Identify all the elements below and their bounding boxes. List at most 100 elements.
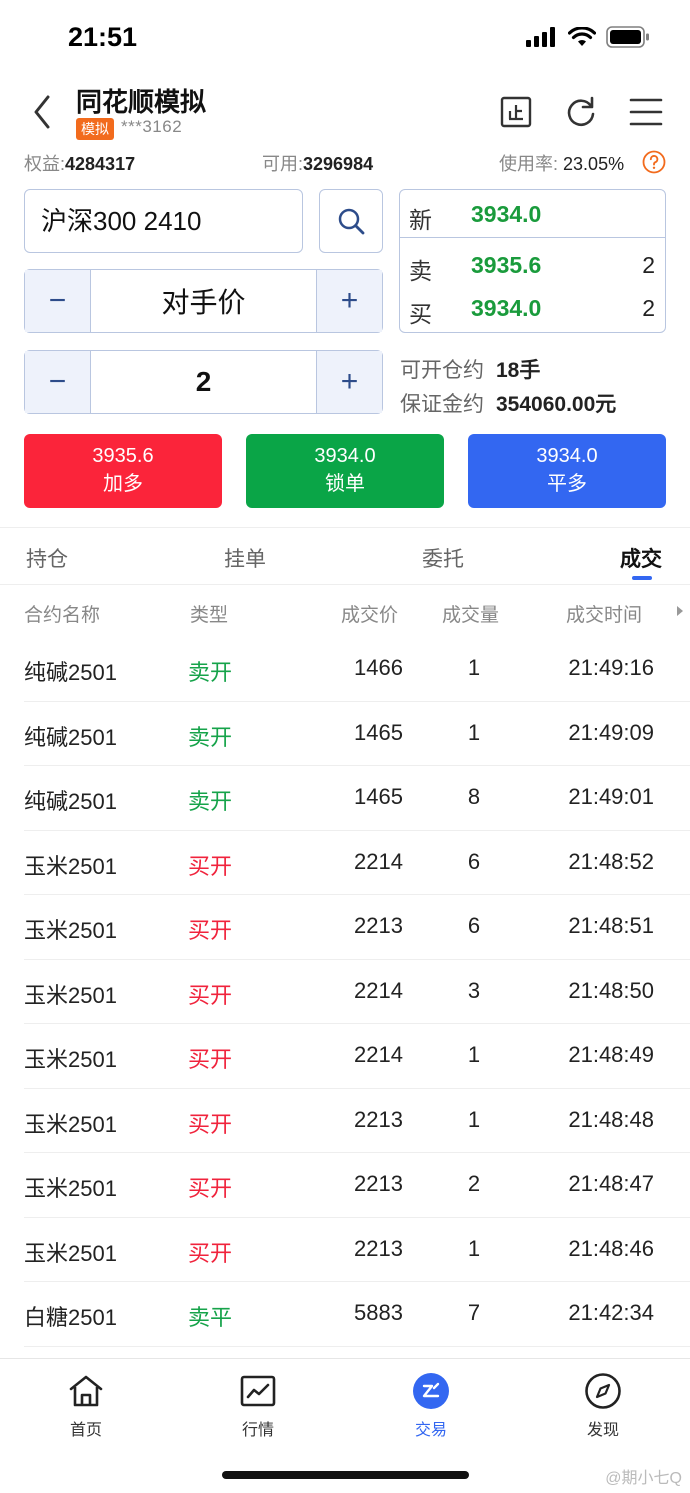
table-row[interactable]: 白糖2501 卖平 5883 7 21:42:34 [0, 1282, 690, 1347]
row-contract-name: 白糖2501 [24, 1305, 117, 1330]
row-trade-type: 买开 [188, 1111, 233, 1137]
table-row[interactable]: 玉米2501 买开 2214 6 21:48:52 [0, 831, 690, 896]
row-trade-price: 1465 [354, 784, 403, 809]
quantity-field[interactable]: 2 [90, 351, 317, 413]
row-trade-time: 21:49:16 [568, 655, 654, 680]
row-trade-type: 买开 [188, 982, 233, 1008]
openable-value: 18手 [496, 359, 541, 382]
back-icon[interactable] [28, 92, 58, 132]
tab-orders[interactable]: 委托 [422, 543, 464, 573]
row-trade-qty-value: 1 [467, 1106, 481, 1132]
tab-positions[interactable]: 持仓 [26, 543, 68, 573]
usage-value: 23.05% [563, 154, 625, 174]
row-trade-price: 2213 [354, 1171, 403, 1196]
home-indicator[interactable] [222, 1471, 469, 1479]
row-trade-price: 2213 [354, 1106, 403, 1132]
table-row[interactable]: 纯碱2501 卖开 1465 8 21:49:01 [0, 766, 690, 831]
quote-buy-qty: 2 [642, 295, 655, 321]
table-row[interactable]: 玉米2501 买开 2214 3 21:48:50 [0, 960, 690, 1025]
openable-label: 可开仓约 [400, 359, 484, 382]
row-trade-time: 21:49:01 [568, 784, 654, 809]
table-row[interactable]: 纯碱2501 卖开 1466 1 21:49:16 [0, 637, 690, 702]
nav-market[interactable]: 行情 [198, 1372, 318, 1440]
quote-new-price[interactable]: 3934.0 [471, 201, 541, 228]
nav-trade-label: 交易 [414, 1422, 447, 1439]
row-trade-qty-value: 6 [467, 913, 481, 938]
row-trade-type: 卖开 [188, 660, 233, 685]
nav-trade[interactable]: 交易 [371, 1372, 491, 1440]
refresh-icon[interactable] [561, 92, 601, 132]
margin-value: 354060.00元 [496, 393, 617, 416]
price-stepper: − 对手价 + [24, 269, 383, 333]
row-trade-qty-value: 3 [467, 977, 481, 1003]
price-decrease-button[interactable]: − [25, 270, 90, 332]
row-trade-type: 买开 [188, 1047, 233, 1072]
row-trade-price: 2213 [354, 913, 403, 938]
row-trade-time: 21:48:52 [568, 848, 654, 874]
row-trade-price: 5883 [354, 1300, 403, 1325]
margin-info: 保证金约 354060.00元 [400, 388, 616, 418]
tab-trades[interactable]: 成交 [620, 543, 662, 573]
table-row[interactable]: 玉米2501 买开 2213 6 21:48:51 [0, 895, 690, 960]
row-contract-name: 玉米2501 [24, 918, 117, 943]
status-time: 21:51 [68, 22, 138, 52]
col-header-type: 类型 [190, 605, 229, 626]
search-button[interactable] [319, 189, 383, 253]
row-trade-time: 21:48:49 [568, 1042, 654, 1067]
row-trade-type: 卖平 [188, 1305, 233, 1330]
table-row[interactable]: 玉米2501 买开 2213 2 21:48:47 [0, 1153, 690, 1218]
table-row[interactable]: 玉米2501 买开 2214 1 21:48:49 [0, 1024, 690, 1089]
price-increase-button[interactable]: + [317, 270, 382, 332]
close-long-label: 平多 [547, 473, 587, 495]
quote-sell-row: 卖 3935.6 2 [400, 252, 665, 298]
help-icon[interactable] [642, 150, 666, 174]
nav-home[interactable]: 首页 [26, 1372, 146, 1440]
tab-pending[interactable]: 挂单 [224, 543, 266, 573]
trade-icon [413, 1373, 449, 1409]
equity-value: 4284317 [65, 154, 136, 174]
add-long-button[interactable]: 3935.6 加多 [24, 434, 222, 508]
simulation-badge: 模拟 [76, 118, 114, 140]
row-trade-time: 21:48:51 [568, 913, 654, 938]
available-value: 3296984 [303, 154, 374, 174]
lock-price: 3934.0 [314, 445, 376, 467]
row-trade-type: 买开 [188, 1176, 233, 1201]
contract-input[interactable]: 沪深300 2410 [24, 189, 303, 253]
row-trade-price: 2213 [354, 1235, 403, 1261]
row-trade-qty-value: 1 [467, 1235, 481, 1261]
row-trade-time: 21:49:09 [568, 719, 654, 745]
quote-sell-price[interactable]: 3935.6 [471, 252, 541, 279]
status-icons [526, 26, 650, 48]
row-trade-time: 21:48:48 [568, 1106, 654, 1132]
quantity-increase-button[interactable]: + [317, 351, 382, 413]
quote-buy-price[interactable]: 3934.0 [471, 295, 541, 322]
price-type-field[interactable]: 对手价 [90, 270, 317, 332]
menu-icon[interactable] [626, 92, 666, 132]
quote-divider [400, 237, 665, 238]
lock-button[interactable]: 3934.0 锁单 [246, 434, 444, 508]
add-long-label: 加多 [103, 473, 143, 495]
row-trade-price: 2214 [354, 977, 403, 1003]
close-long-button[interactable]: 3934.0 平多 [468, 434, 666, 508]
available: 可用:3296984 [262, 150, 373, 176]
row-trade-qty-value: 7 [467, 1300, 481, 1325]
quote-buy-row: 买 3934.0 2 [400, 295, 665, 341]
usage-label: 使用率: [499, 154, 559, 174]
table-row[interactable]: 纯碱2501 卖开 1465 1 21:49:09 [0, 702, 690, 767]
quantity-decrease-button[interactable]: − [25, 351, 90, 413]
col-header-price: 成交价 [341, 605, 399, 626]
row-contract-name: 纯碱2501 [24, 724, 117, 750]
quote-new-label: 新 [409, 207, 432, 233]
nav-market-label: 行情 [241, 1422, 274, 1439]
table-row[interactable]: 玉米2501 买开 2213 1 21:48:46 [0, 1218, 690, 1283]
row-contract-name: 玉米2501 [24, 982, 117, 1008]
row-trade-price: 2214 [354, 848, 403, 874]
stop-order-icon[interactable] [496, 92, 536, 132]
nav-discover[interactable]: 发现 [543, 1372, 663, 1440]
row-trade-time: 21:42:34 [568, 1300, 654, 1325]
scroll-right-icon[interactable] [675, 604, 685, 618]
table-row[interactable]: 玉米2501 买开 2213 1 21:48:48 [0, 1089, 690, 1154]
row-contract-name: 玉米2501 [24, 1111, 117, 1137]
quote-sell-qty: 2 [642, 252, 655, 278]
close-long-price: 3934.0 [536, 445, 598, 467]
